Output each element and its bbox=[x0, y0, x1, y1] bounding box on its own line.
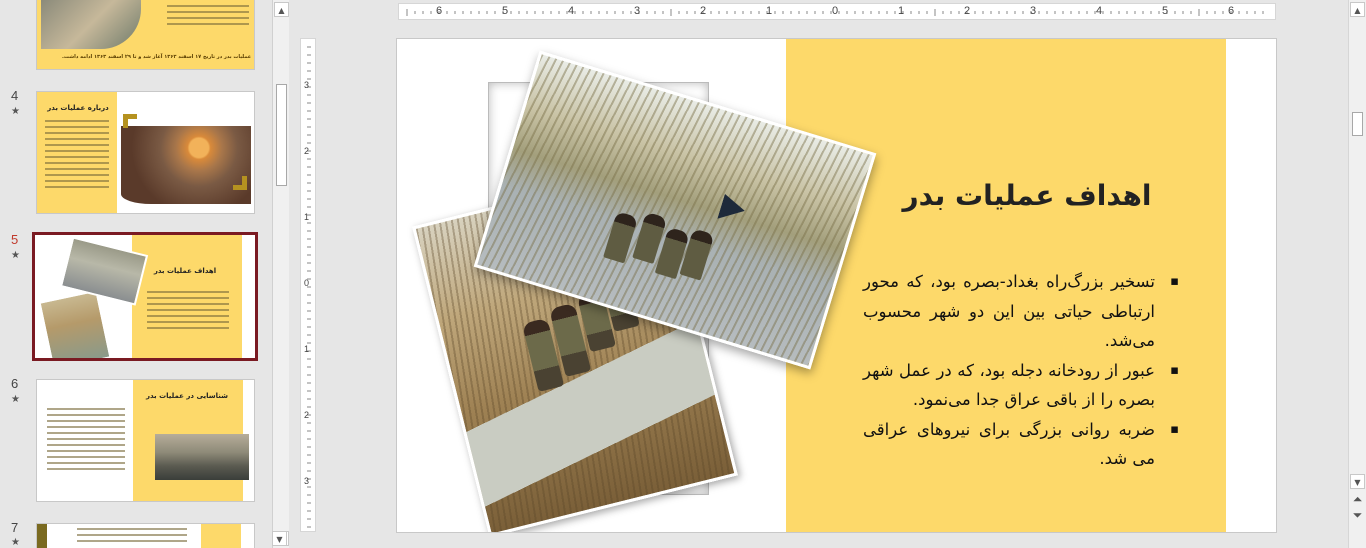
corner-decoration bbox=[123, 114, 137, 128]
slide-number-6: 6 bbox=[11, 376, 19, 391]
thumb-photo bbox=[121, 126, 251, 204]
slide-title[interactable]: اهداف عملیات بدر bbox=[877, 179, 1177, 212]
ruler-label: 5 bbox=[502, 5, 509, 17]
ruler-label: 2 bbox=[304, 146, 310, 156]
ruler-label: 3 bbox=[304, 476, 310, 486]
slide-canvas[interactable]: اهداف عملیات بدر تسخیر بزرگ‌راه بغداد-بص… bbox=[396, 38, 1277, 533]
ruler-label: 6 bbox=[436, 5, 443, 17]
animation-star-icon: ★ bbox=[11, 106, 20, 117]
ruler-label: 1 bbox=[898, 5, 905, 17]
thumb-text-lines bbox=[47, 408, 125, 474]
bullet-item: ضربه روانی بزرگی برای نیروهای عراقی می ش… bbox=[863, 415, 1179, 474]
ruler-label: 2 bbox=[700, 5, 707, 17]
vertical-ruler[interactable]: 3 2 1 0 1 2 3 bbox=[300, 38, 316, 532]
next-slide-icon[interactable]: ⏷ bbox=[1350, 508, 1365, 523]
pane-scroll-down-icon[interactable]: ▼ bbox=[272, 531, 287, 546]
thumb-text-lines bbox=[147, 291, 229, 333]
ruler-label: 6 bbox=[1228, 5, 1235, 17]
ruler-label: 5 bbox=[1162, 5, 1169, 17]
thumb-photo bbox=[155, 434, 249, 480]
thumb-title: اهداف عملیات بدر bbox=[153, 267, 217, 275]
ruler-label: 3 bbox=[1030, 5, 1037, 17]
thumb-yellow-panel bbox=[201, 524, 241, 548]
thumb-text-lines bbox=[167, 5, 249, 29]
bullet-list[interactable]: تسخیر بزرگ‌راه بغداد-بصره بود، که محور ا… bbox=[863, 267, 1179, 474]
slide-number-5: 5 bbox=[11, 232, 19, 247]
slide-number-7: 7 bbox=[11, 520, 19, 535]
ruler-label: 0 bbox=[304, 278, 310, 288]
scrollbar-thumb[interactable] bbox=[276, 84, 287, 186]
slide-thumbnail-3[interactable]: عملیات بدر در تاریخ ۱۷ اسفند ۱۳۶۳ آغاز ش… bbox=[36, 0, 255, 70]
ruler-label: 4 bbox=[1096, 5, 1103, 17]
slide-thumbnail-5[interactable]: اهداف عملیات بدر bbox=[32, 232, 258, 361]
photo-flag bbox=[717, 194, 748, 226]
animation-star-icon: ★ bbox=[11, 537, 20, 548]
thumb-title: درباره عملیات بدر bbox=[47, 104, 109, 112]
ruler-label: 0 bbox=[832, 5, 839, 17]
thumb-caption: عملیات بدر در تاریخ ۱۷ اسفند ۱۳۶۳ آغاز ش… bbox=[62, 54, 252, 60]
thumb-accent-bar bbox=[37, 524, 47, 548]
scroll-up-arrow-icon[interactable]: ▲ bbox=[1350, 2, 1365, 17]
thumb-text-lines bbox=[77, 528, 187, 546]
slide-scrollbar[interactable]: ▲ ▼ ⏶ ⏷ bbox=[1348, 0, 1366, 548]
slide-thumbnail-4[interactable]: درباره عملیات بدر bbox=[36, 91, 255, 214]
thumb-text-lines bbox=[45, 120, 109, 192]
scrollbar-thumb[interactable] bbox=[1352, 112, 1363, 136]
thumb-photo bbox=[38, 289, 112, 358]
bullet-item: عبور از رودخانه دجله بود، که در عمل شهر … bbox=[863, 356, 1179, 415]
corner-decoration bbox=[233, 176, 247, 190]
slide-thumbnail-6[interactable]: شناسایی در عملیات بدر bbox=[36, 379, 255, 502]
scroll-up-arrow-icon[interactable]: ▲ bbox=[274, 2, 289, 17]
ruler-label: 4 bbox=[568, 5, 575, 17]
ruler-label: 2 bbox=[304, 410, 310, 420]
animation-star-icon: ★ bbox=[11, 250, 20, 261]
bullet-item: تسخیر بزرگ‌راه بغداد-بصره بود، که محور ا… bbox=[863, 267, 1179, 356]
horizontal-ruler[interactable]: 6 5 4 3 2 1 0 1 2 3 4 5 6 bbox=[398, 3, 1276, 20]
ruler-label: 1 bbox=[304, 344, 310, 354]
ruler-label: 2 bbox=[964, 5, 971, 17]
ruler-label: 1 bbox=[766, 5, 773, 17]
thumbnail-scrollbar[interactable]: ▲ ▼ bbox=[272, 0, 289, 548]
slide-thumbnail-7[interactable] bbox=[36, 523, 255, 548]
animation-star-icon: ★ bbox=[11, 394, 20, 405]
ruler-label: 3 bbox=[304, 80, 310, 90]
scroll-down-arrow-icon[interactable]: ▼ bbox=[1350, 474, 1365, 489]
slide-thumbnail-pane[interactable]: عملیات بدر در تاریخ ۱۷ اسفند ۱۳۶۳ آغاز ش… bbox=[0, 0, 272, 548]
previous-slide-icon[interactable]: ⏶ bbox=[1350, 492, 1365, 507]
thumb-title: شناسایی در عملیات بدر bbox=[145, 392, 229, 400]
slide-number-4: 4 bbox=[11, 88, 19, 103]
ruler-label: 1 bbox=[304, 212, 310, 222]
ruler-label: 3 bbox=[634, 5, 641, 17]
